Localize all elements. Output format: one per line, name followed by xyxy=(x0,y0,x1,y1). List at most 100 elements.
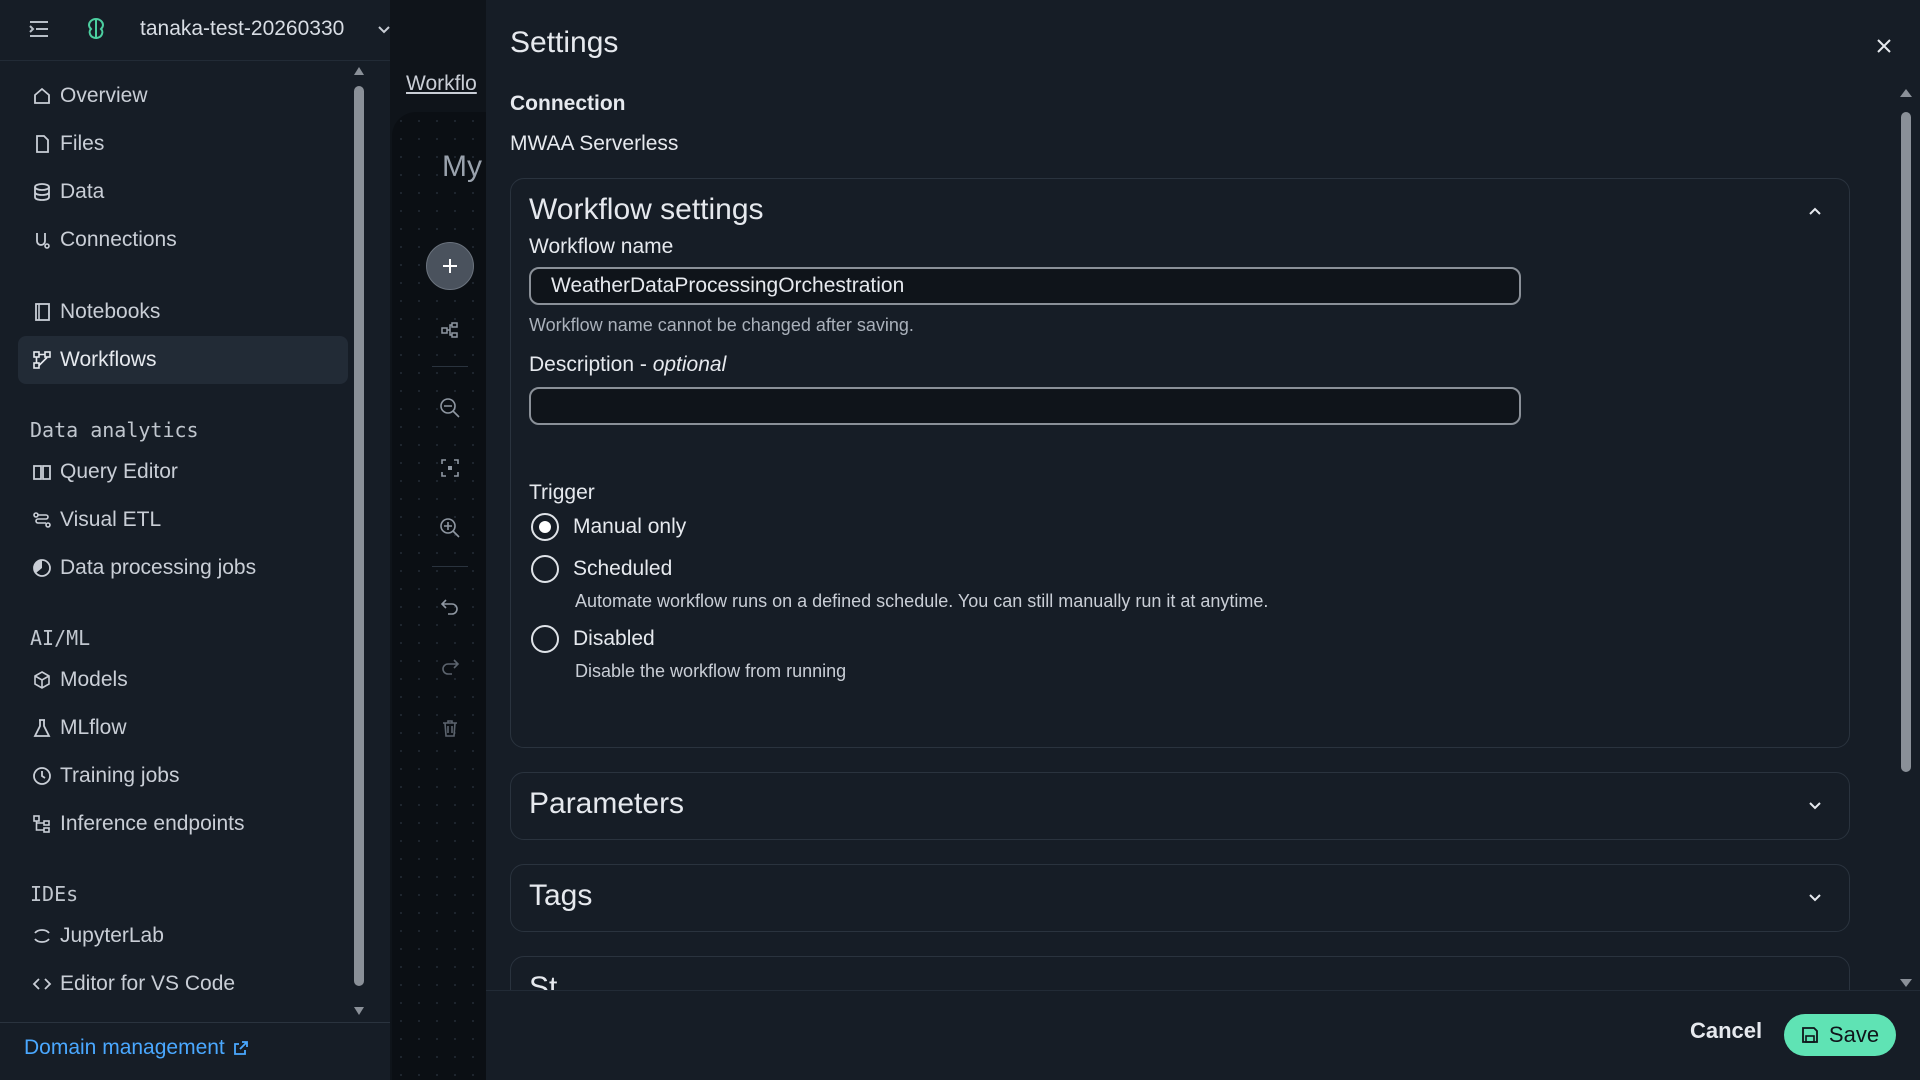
radio-unchecked-icon[interactable] xyxy=(531,555,559,583)
jupyter-icon xyxy=(30,924,54,948)
sidebar-item-workflows[interactable]: Workflows xyxy=(18,336,348,384)
toolbar-divider xyxy=(432,566,468,567)
sidebar-item-data-processing-jobs[interactable]: Data processing jobs xyxy=(18,544,348,592)
description-input[interactable] xyxy=(529,387,1521,425)
sidebar-item-jupyterlab[interactable]: JupyterLab xyxy=(18,912,348,960)
sidebar-item-inference-endpoints[interactable]: Inference endpoints xyxy=(18,800,348,848)
sidebar-item-overview[interactable]: Overview xyxy=(18,72,348,120)
domain-management-link[interactable]: Domain management xyxy=(24,1036,249,1060)
collapse-menu-icon[interactable] xyxy=(28,18,50,40)
section-title: Tags xyxy=(529,879,593,912)
radio-checked-icon[interactable] xyxy=(531,513,559,541)
zoom-in-icon[interactable] xyxy=(436,514,464,542)
sidebar-divider xyxy=(0,1022,390,1023)
fit-view-icon[interactable] xyxy=(436,454,464,482)
workflow-name-hint: Workflow name cannot be changed after sa… xyxy=(529,315,914,335)
sidebar-item-label: Visual ETL xyxy=(60,508,162,531)
section-ides: IDEs xyxy=(30,882,79,906)
add-node-button[interactable] xyxy=(426,242,474,290)
workflow-name-value: WeatherDataProcessingOrchestration xyxy=(551,274,905,297)
scroll-up-arrow-icon[interactable] xyxy=(1899,88,1913,98)
chevron-up-icon[interactable] xyxy=(1805,201,1825,221)
save-button[interactable]: Save xyxy=(1784,1014,1896,1056)
zoom-out-icon[interactable] xyxy=(436,394,464,422)
chevron-down-icon[interactable] xyxy=(1805,887,1825,907)
radio-label: Disabled xyxy=(573,627,655,650)
sidebar-item-label: Training jobs xyxy=(60,764,180,787)
sidebar-item-label: Connections xyxy=(60,228,177,251)
description-label: Description - optional xyxy=(529,353,726,377)
footer-divider xyxy=(486,990,1920,991)
code-icon xyxy=(30,972,54,996)
etl-icon xyxy=(30,508,54,532)
flask-icon xyxy=(30,716,54,740)
panel-content: Connection MWAA Serverless Workflow sett… xyxy=(510,84,1850,990)
parameters-header[interactable]: Parameters xyxy=(511,773,1849,839)
sidebar-item-training-jobs[interactable]: Training jobs xyxy=(18,752,348,800)
connections-icon xyxy=(30,228,54,252)
sidebar-item-files[interactable]: Files xyxy=(18,120,348,168)
partial-section[interactable]: St xyxy=(510,956,1850,990)
workflow-name-input[interactable]: WeatherDataProcessingOrchestration xyxy=(529,267,1521,305)
external-link-icon xyxy=(233,1040,249,1056)
sidebar-item-data[interactable]: Data xyxy=(18,168,348,216)
parameters-section[interactable]: Parameters xyxy=(510,772,1850,840)
sidebar-item-label: Models xyxy=(60,668,128,691)
connection-label: Connection xyxy=(510,92,626,115)
sidebar: tanaka-test-20260330 Overview Files Data… xyxy=(0,0,486,1080)
description-label-text: Description - xyxy=(529,353,653,376)
sidebar-item-vs-code[interactable]: Editor for VS Code xyxy=(18,960,348,1008)
sidebar-item-connections[interactable]: Connections xyxy=(18,216,348,264)
tags-header[interactable]: Tags xyxy=(511,865,1849,931)
workflow-name-label: Workflow name xyxy=(529,235,674,258)
scroll-up-arrow-icon[interactable] xyxy=(353,66,365,76)
sidebar-item-label: Notebooks xyxy=(60,300,161,323)
delete-icon[interactable] xyxy=(436,714,464,742)
sidebar-item-query-editor[interactable]: Query Editor xyxy=(18,448,348,496)
save-icon xyxy=(1801,1026,1819,1044)
scrollbar-thumb[interactable] xyxy=(354,86,364,986)
scheduled-description: Automate workflow runs on a defined sche… xyxy=(575,591,1269,611)
settings-panel: Settings Connection MWAA Serverless Work… xyxy=(486,0,1920,1080)
chevron-down-icon[interactable] xyxy=(1805,795,1825,815)
workflow-icon xyxy=(30,348,54,372)
tags-section[interactable]: Tags xyxy=(510,864,1850,932)
sidebar-item-models[interactable]: Models xyxy=(18,656,348,704)
project-name[interactable]: tanaka-test-20260330 xyxy=(140,17,344,41)
scroll-down-arrow-icon[interactable] xyxy=(353,1006,365,1016)
section-title: Workflow settings xyxy=(529,193,764,226)
breadcrumb[interactable]: Workflo xyxy=(406,72,477,96)
processing-icon xyxy=(30,556,54,580)
close-icon[interactable] xyxy=(1874,36,1894,56)
undo-icon[interactable] xyxy=(436,592,464,620)
sidebar-item-visual-etl[interactable]: Visual ETL xyxy=(18,496,348,544)
auto-layout-icon[interactable] xyxy=(436,316,464,344)
trigger-scheduled-radio[interactable]: Scheduled xyxy=(531,555,672,583)
trigger-disabled-radio[interactable]: Disabled xyxy=(531,625,655,653)
scroll-down-arrow-icon[interactable] xyxy=(1899,978,1913,988)
panel-scrollbar[interactable] xyxy=(1898,88,1914,988)
file-icon xyxy=(30,132,54,156)
workflow-settings-header[interactable]: Workflow settings xyxy=(511,179,1849,245)
redo-icon[interactable] xyxy=(436,652,464,680)
sidebar-item-notebooks[interactable]: Notebooks xyxy=(18,288,348,336)
sidebar-item-label: Data xyxy=(60,180,105,203)
disabled-description: Disable the workflow from running xyxy=(575,661,847,681)
trigger-manual-radio[interactable]: Manual only xyxy=(531,513,686,541)
sidebar-item-label: JupyterLab xyxy=(60,924,164,947)
radio-label: Manual only xyxy=(573,515,687,538)
sidebar-item-label: Editor for VS Code xyxy=(60,972,236,995)
app-logo-icon xyxy=(82,16,110,44)
domain-management-label: Domain management xyxy=(24,1036,225,1059)
scrollbar-thumb[interactable] xyxy=(1901,112,1911,772)
cancel-button[interactable]: Cancel xyxy=(1690,1018,1762,1044)
sidebar-item-label: Workflows xyxy=(60,348,157,371)
sidebar-item-label: Overview xyxy=(60,84,148,107)
radio-unchecked-icon[interactable] xyxy=(531,625,559,653)
sidebar-scrollbar[interactable] xyxy=(352,66,366,1016)
section-title: St xyxy=(529,971,558,990)
section-title: Parameters xyxy=(529,787,685,820)
section-ai-ml: AI/ML xyxy=(30,626,91,650)
sidebar-item-mlflow[interactable]: MLflow xyxy=(18,704,348,752)
home-icon xyxy=(30,84,54,108)
